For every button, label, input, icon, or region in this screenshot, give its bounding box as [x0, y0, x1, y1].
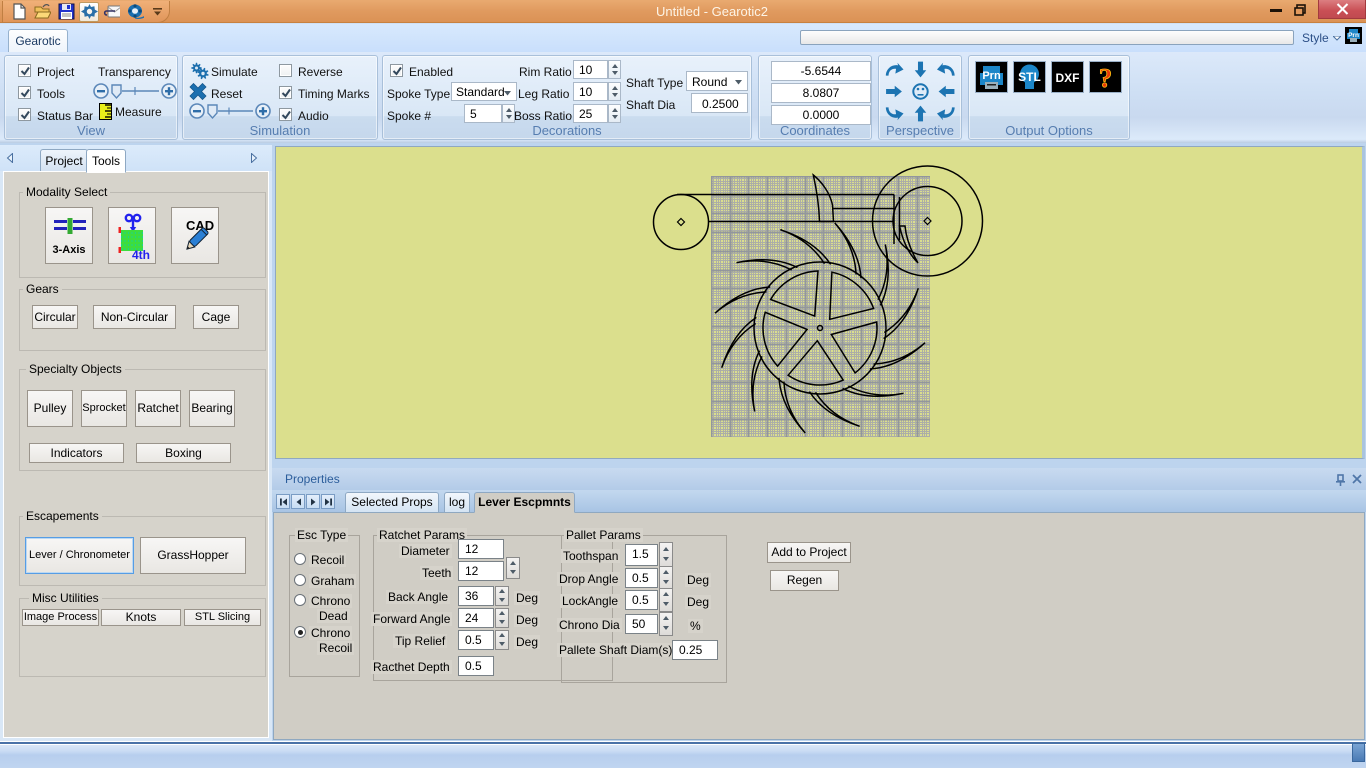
svg-text:Prn: Prn — [982, 70, 1001, 82]
svg-text:DXF: DXF — [1056, 71, 1080, 85]
svg-text:4th: 4th — [132, 248, 150, 259]
svg-text:?: ? — [1099, 63, 1113, 92]
svg-text:Prn: Prn — [1348, 32, 1359, 39]
svg-text:STL: STL — [1018, 70, 1041, 84]
